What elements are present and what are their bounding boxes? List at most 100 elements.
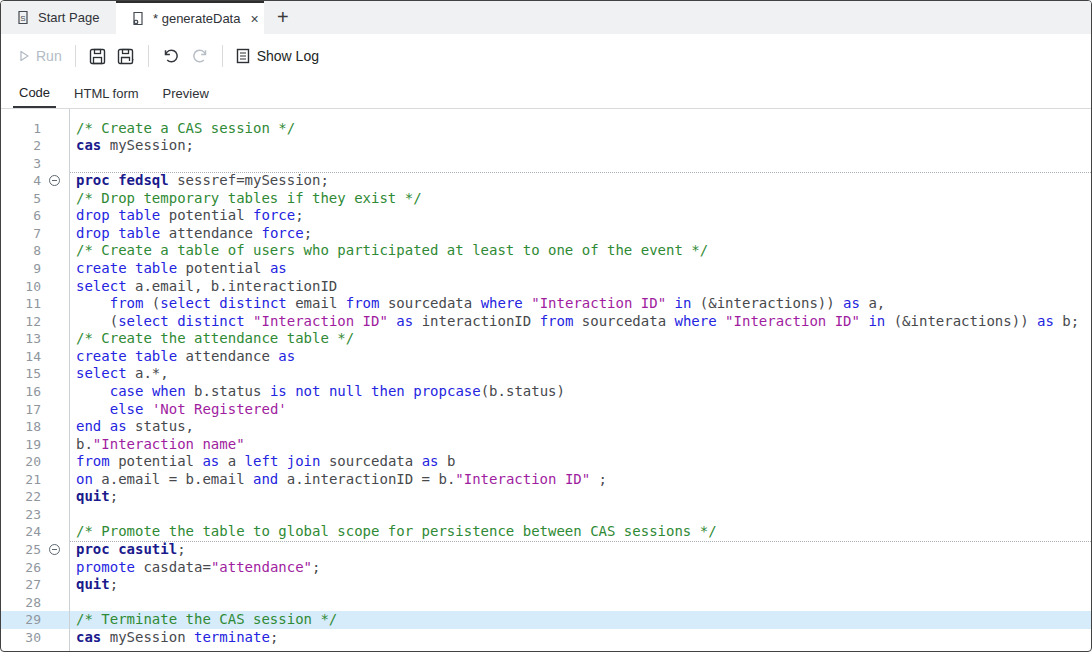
code-line[interactable]: 27quit; bbox=[1, 576, 1091, 594]
undo-icon[interactable] bbox=[162, 47, 180, 65]
code-line[interactable]: 15 select a.*, bbox=[1, 365, 1091, 383]
fold-column bbox=[41, 383, 69, 401]
tab-start-page[interactable]: S Start Page bbox=[1, 1, 116, 34]
code-line[interactable]: 3 bbox=[1, 155, 1091, 173]
code-text bbox=[69, 594, 1091, 612]
code-line[interactable]: 6drop table potential force; bbox=[1, 207, 1091, 225]
code-text: create table potential as bbox=[69, 260, 1091, 278]
document-tab-bar: S Start Page * generateData × + bbox=[1, 1, 1091, 34]
line-number: 7 bbox=[1, 225, 41, 243]
code-line[interactable]: 16 case when b.status is not null then p… bbox=[1, 383, 1091, 401]
code-line[interactable]: 28 bbox=[1, 594, 1091, 612]
sas-program-icon: S bbox=[16, 10, 30, 25]
code-line[interactable]: 1/* Create a CAS session */ bbox=[1, 120, 1091, 138]
fold-column bbox=[41, 629, 69, 647]
code-line[interactable]: 18 end as status, bbox=[1, 418, 1091, 436]
code-line[interactable]: 24/* Promote the table to global scope f… bbox=[1, 523, 1091, 541]
code-line[interactable]: 14create table attendance as bbox=[1, 348, 1091, 366]
code-text: cas mySession terminate; bbox=[69, 629, 1091, 647]
tab-label: * generateData bbox=[153, 11, 240, 26]
line-number: 16 bbox=[1, 383, 41, 401]
close-icon[interactable]: × bbox=[248, 12, 260, 26]
code-editor[interactable]: 1/* Create a CAS session */2 cas mySessio… bbox=[1, 109, 1091, 651]
save-icon[interactable] bbox=[89, 48, 106, 65]
fold-column bbox=[41, 295, 69, 313]
code-line[interactable]: 25proc casutil; bbox=[1, 541, 1091, 559]
code-line[interactable]: 21on a.email = b.email and a.interaction… bbox=[1, 471, 1091, 489]
fold-column bbox=[41, 365, 69, 383]
code-line[interactable]: 19b."Interaction name" bbox=[1, 436, 1091, 454]
toolbar-separator bbox=[222, 45, 223, 67]
code-text bbox=[69, 155, 1091, 173]
fold-column bbox=[41, 559, 69, 577]
code-text: end as status, bbox=[69, 418, 1091, 436]
redo-icon[interactable] bbox=[191, 47, 209, 65]
code-line[interactable]: 26promote casdata="attendance"; bbox=[1, 559, 1091, 577]
code-text: /* Create a table of users who participa… bbox=[69, 242, 1091, 260]
code-line[interactable]: 7 drop table attendance force; bbox=[1, 225, 1091, 243]
line-number: 21 bbox=[1, 471, 41, 489]
code-line[interactable]: 29/* Terminate the CAS session */ bbox=[1, 611, 1091, 629]
code-text: /* Create the attendance table */ bbox=[69, 330, 1091, 348]
code-text: drop table attendance force; bbox=[69, 225, 1091, 243]
code-line[interactable]: 2 cas mySession; bbox=[1, 137, 1091, 155]
code-lines: 1/* Create a CAS session */2 cas mySessio… bbox=[1, 120, 1091, 647]
code-text: create table attendance as bbox=[69, 348, 1091, 366]
run-button[interactable]: Run bbox=[19, 48, 62, 64]
line-number: 15 bbox=[1, 365, 41, 383]
tab-label: Start Page bbox=[38, 10, 99, 25]
tab-generate-data[interactable]: * generateData × bbox=[116, 1, 264, 34]
tab-code[interactable]: Code bbox=[13, 78, 56, 108]
code-text: /* Create a CAS session */ bbox=[69, 120, 1091, 138]
run-label: Run bbox=[36, 48, 62, 64]
line-number: 28 bbox=[1, 594, 41, 612]
run-icon bbox=[19, 50, 30, 62]
code-line[interactable]: 11 from (select distinct email from sour… bbox=[1, 295, 1091, 313]
code-line[interactable]: 9create table potential as bbox=[1, 260, 1091, 278]
fold-column bbox=[41, 576, 69, 594]
code-text: select a.*, bbox=[69, 365, 1091, 383]
program-settings-icon bbox=[131, 11, 145, 26]
code-line[interactable]: 20from potential as a left join sourceda… bbox=[1, 453, 1091, 471]
collapse-section-icon[interactable] bbox=[49, 175, 60, 186]
line-number: 24 bbox=[1, 523, 41, 541]
line-number: 27 bbox=[1, 576, 41, 594]
line-number: 19 bbox=[1, 436, 41, 454]
show-log-button[interactable]: Show Log bbox=[236, 48, 319, 64]
toolbar: Run bbox=[1, 34, 1091, 78]
line-number: 26 bbox=[1, 559, 41, 577]
line-number: 13 bbox=[1, 330, 41, 348]
fold-column bbox=[41, 523, 69, 541]
save-as-icon[interactable] bbox=[117, 48, 135, 65]
fold-column bbox=[41, 348, 69, 366]
line-number: 2 bbox=[1, 137, 41, 155]
fold-column bbox=[41, 137, 69, 155]
fold-column bbox=[41, 453, 69, 471]
code-text: cas mySession; bbox=[69, 137, 1091, 155]
code-line[interactable]: 30cas mySession terminate; bbox=[1, 629, 1091, 647]
code-line[interactable]: 23 bbox=[1, 506, 1091, 524]
code-line[interactable]: 10 select a.email, b.interactionID bbox=[1, 278, 1091, 296]
code-line[interactable]: 5/* Drop temporary tables if they exist … bbox=[1, 190, 1091, 208]
line-number: 29 bbox=[1, 611, 41, 629]
line-number: 10 bbox=[1, 278, 41, 296]
code-line[interactable]: 13 /* Create the attendance table */ bbox=[1, 330, 1091, 348]
line-number: 5 bbox=[1, 190, 41, 208]
collapse-section-icon[interactable] bbox=[49, 544, 60, 555]
code-line[interactable]: 12 (select distinct "Interaction ID" as … bbox=[1, 313, 1091, 331]
toolbar-separator bbox=[148, 45, 149, 67]
tab-html-form[interactable]: HTML form bbox=[68, 78, 145, 108]
code-text: select a.email, b.interactionID bbox=[69, 278, 1091, 296]
line-number: 3 bbox=[1, 155, 41, 173]
code-line[interactable]: 4proc fedsql sessref=mySession; bbox=[1, 172, 1091, 190]
fold-column bbox=[41, 313, 69, 331]
line-number: 18 bbox=[1, 418, 41, 436]
code-text: from (select distinct email from sourced… bbox=[69, 295, 1091, 313]
new-tab-button[interactable]: + bbox=[277, 7, 289, 27]
fold-column bbox=[41, 172, 69, 190]
tab-preview[interactable]: Preview bbox=[157, 78, 215, 108]
code-line[interactable]: 22quit; bbox=[1, 488, 1091, 506]
code-line[interactable]: 17 else 'Not Registered' bbox=[1, 401, 1091, 419]
log-icon bbox=[236, 48, 250, 64]
code-line[interactable]: 8/* Create a table of users who particip… bbox=[1, 242, 1091, 260]
